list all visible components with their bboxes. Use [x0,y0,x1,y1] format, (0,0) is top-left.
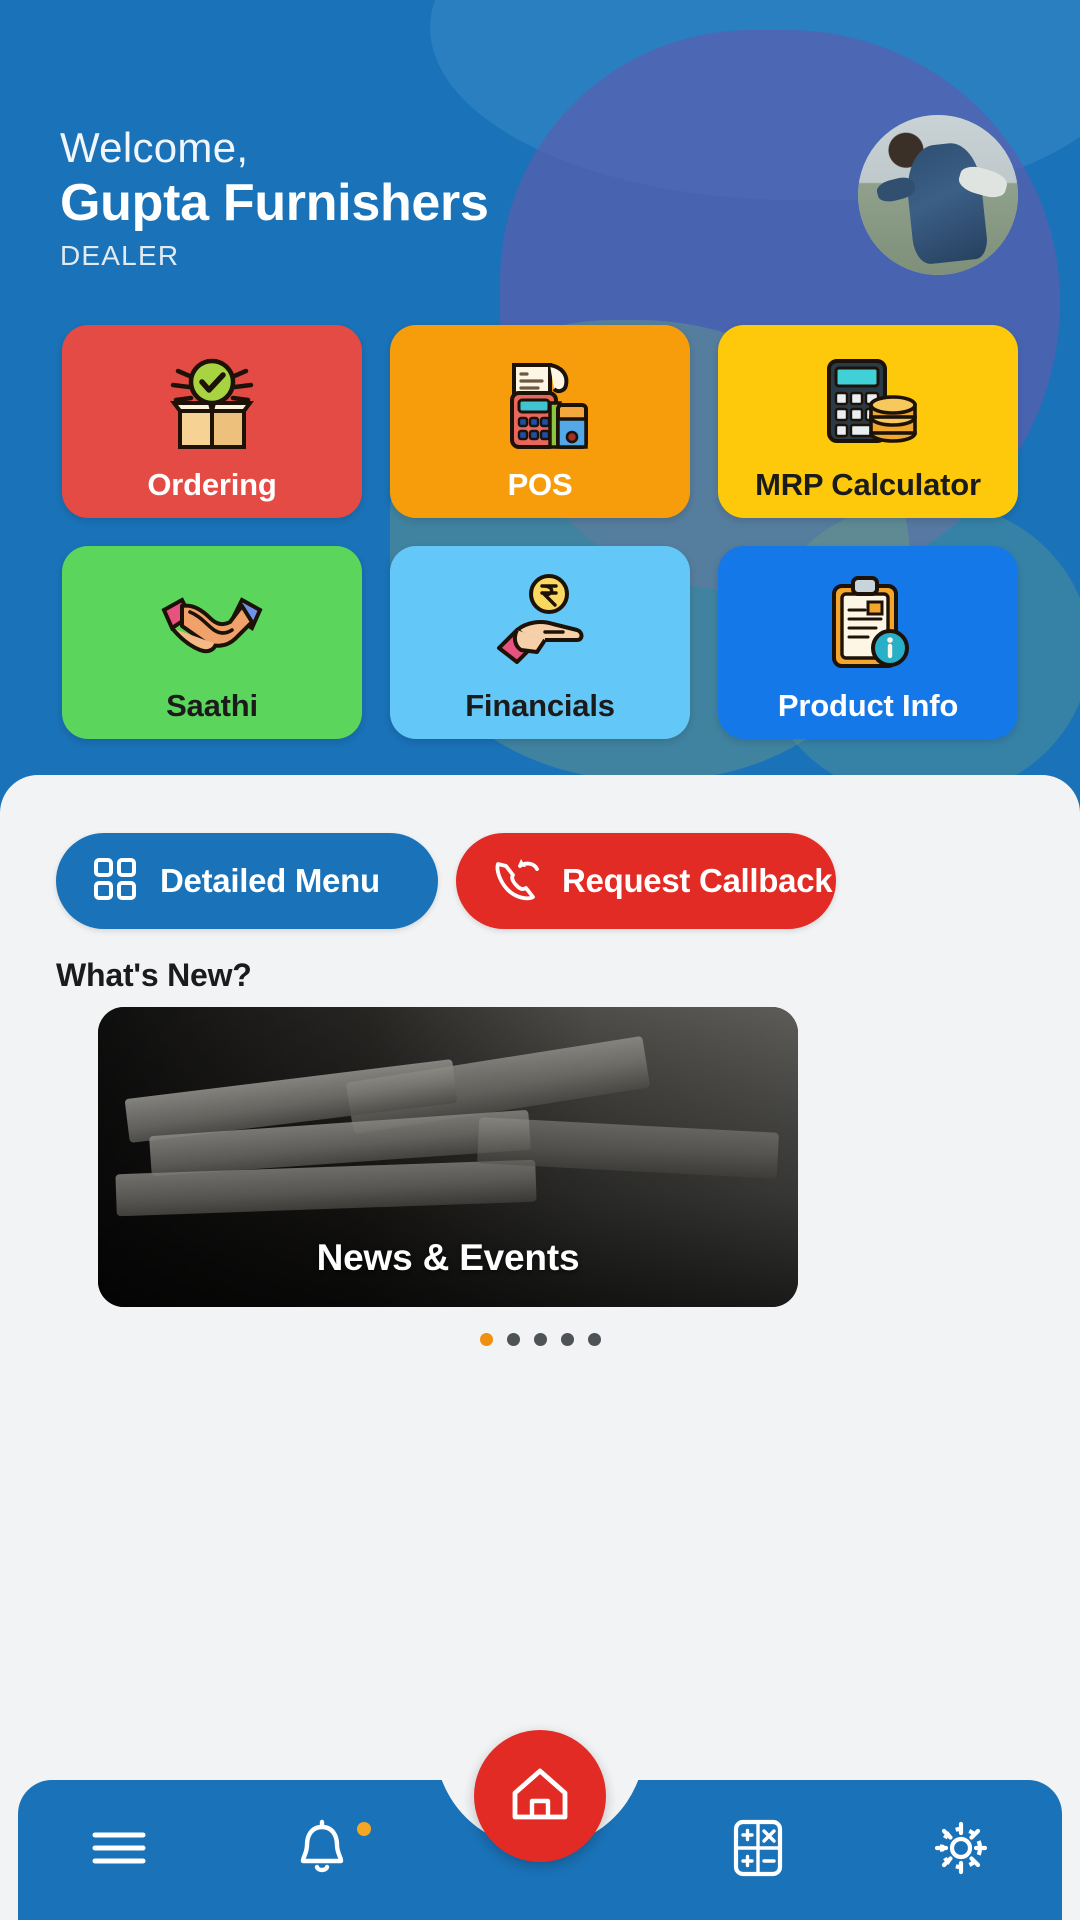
calculator-coins-icon [718,347,1018,455]
tile-ordering[interactable]: Ordering [62,325,362,518]
nav-item-calculator[interactable] [657,1780,860,1920]
tile-label: POS [507,466,573,502]
request-callback-button[interactable]: Request Callback [456,833,836,929]
request-callback-label: Request Callback [562,862,833,899]
carousel-dot[interactable] [560,1333,574,1346]
gear-icon [931,1818,991,1883]
tile-saathi[interactable]: Saathi [62,546,362,739]
tile-label: Product Info [777,687,959,723]
grid-icon [90,854,140,909]
carousel-dot[interactable] [479,1333,493,1346]
news-card-label: News & Events [316,1237,580,1278]
tile-label: MRP Calculator [755,466,981,502]
hamburger-menu-icon [88,1825,150,1876]
app-screen: Welcome, Gupta Furnishers DEALER Orderin… [0,0,1080,1920]
quick-action-grid: Ordering POS MRP Calculator Saathi Finan… [0,0,1080,739]
nav-item-home[interactable] [474,1730,606,1862]
tile-financials[interactable]: Financials [390,546,690,739]
nav-item-menu[interactable] [18,1780,221,1920]
news-events-card[interactable]: News & Events [98,1007,798,1307]
home-icon [507,1763,573,1830]
detailed-menu-label: Detailed Menu [160,862,380,899]
carousel-dots [0,1333,1080,1346]
pos-terminal-icon [390,347,690,455]
nav-item-notifications[interactable] [221,1780,424,1920]
package-check-icon [62,347,362,455]
notification-badge [357,1822,372,1836]
phone-callback-icon [490,854,542,909]
bell-icon [295,1819,349,1882]
detailed-menu-button[interactable]: Detailed Menu [56,833,438,929]
rupee-hand-icon [390,568,690,676]
carousel-dot[interactable] [533,1333,547,1346]
tile-pos[interactable]: POS [390,325,690,518]
bottom-navigation [0,1724,1080,1920]
carousel-dot[interactable] [506,1333,520,1346]
handshake-icon [62,568,362,676]
tile-label: Financials [465,687,615,723]
action-button-row: Detailed Menu Request Callback [56,833,836,929]
tile-label: Ordering [147,466,277,502]
clipboard-info-icon [718,568,1018,676]
whats-new-heading: What's New? [56,957,252,993]
tile-product-info[interactable]: Product Info [718,546,1018,739]
calculator-icon [730,1817,786,1884]
nav-item-settings[interactable] [859,1780,1062,1920]
carousel-dot[interactable] [587,1333,601,1346]
tile-mrp-calculator[interactable]: MRP Calculator [718,325,1018,518]
tile-label: Saathi [166,687,258,723]
